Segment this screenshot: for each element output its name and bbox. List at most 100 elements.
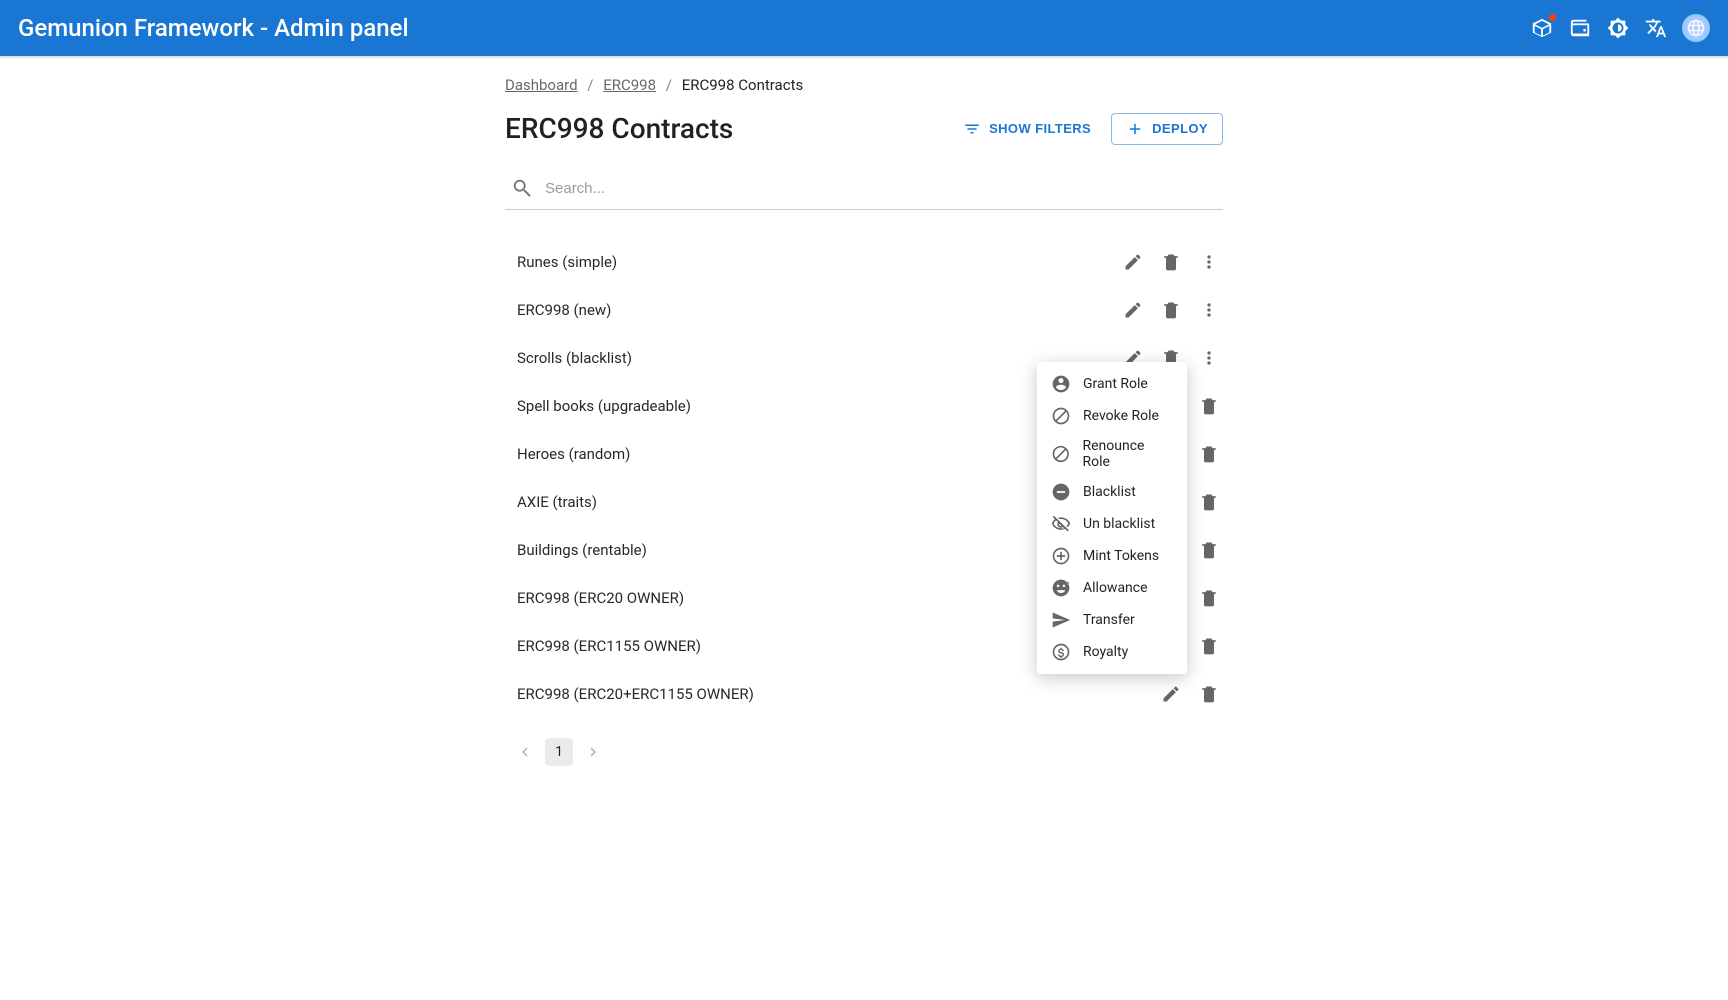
delete-icon-svg [1199,540,1219,560]
menu-item[interactable]: Mint Tokens [1037,540,1187,572]
edit-icon[interactable] [1119,248,1147,276]
breadcrumb: Dashboard / ERC998 / ERC998 Contracts [505,76,1223,94]
edit-icon-svg [1123,252,1143,272]
language-icon[interactable] [1644,16,1668,40]
network-icon[interactable] [1530,16,1554,40]
block-icon [1051,444,1070,464]
context-menu: Grant Role Revoke Role Renounce Role Blackl… [1037,362,1187,674]
delete-icon-svg [1199,492,1219,512]
menu-item-label: Renounce Role [1082,438,1173,470]
delete-icon-svg [1161,300,1181,320]
list-item-actions [1119,296,1223,324]
list-item-label: ERC998 (new) [517,301,1119,319]
visibility-off-icon [1051,514,1071,534]
list-item-label: Scrolls (blacklist) [517,349,1119,367]
deploy-button[interactable]: Deploy [1111,113,1223,145]
more-icon[interactable] [1195,248,1223,276]
breadcrumb-current: ERC998 Contracts [682,76,804,94]
remove-circle-icon [1051,482,1071,502]
delete-icon-svg [1199,444,1219,464]
send-icon [1051,610,1071,630]
more-icon[interactable] [1195,344,1223,372]
theme-toggle-icon[interactable] [1606,16,1630,40]
appbar-icons [1530,14,1710,42]
list-item: Runes (simple) [505,238,1223,286]
pagination-prev[interactable] [511,738,539,766]
search-box [505,167,1223,210]
edit-icon-svg [1161,684,1181,704]
pagination: 1 [505,738,1223,766]
more-icon[interactable] [1195,296,1223,324]
delete-icon[interactable] [1195,392,1223,420]
breadcrumb-dashboard[interactable]: Dashboard [505,76,578,94]
delete-icon[interactable] [1195,584,1223,612]
menu-item-label: Transfer [1083,612,1135,628]
delete-icon[interactable] [1195,632,1223,660]
list-item-label: ERC998 (ERC20+ERC1155 OWNER) [517,685,1157,703]
menu-item[interactable]: Grant Role [1037,368,1187,400]
menu-item-label: Allowance [1083,580,1148,596]
more-icon-svg [1199,252,1219,272]
menu-item-label: Blacklist [1083,484,1136,500]
plus-icon [1126,120,1144,138]
chevron-left-icon [516,743,534,761]
deploy-label: Deploy [1152,121,1208,136]
breadcrumb-separator: / [587,76,593,94]
edit-icon-svg [1123,300,1143,320]
menu-item-label: Mint Tokens [1083,548,1159,564]
menu-item[interactable]: Allowance [1037,572,1187,604]
delete-icon-svg [1199,588,1219,608]
page-header: ERC998 Contracts Show Filters Deploy [505,112,1223,145]
menu-item[interactable]: Royalty [1037,636,1187,668]
edit-icon[interactable] [1157,680,1185,708]
menu-item[interactable]: Renounce Role [1037,432,1187,476]
list-item-actions [1157,680,1223,708]
delete-icon[interactable] [1157,296,1185,324]
edit-icon[interactable] [1119,296,1147,324]
menu-item[interactable]: Transfer [1037,604,1187,636]
menu-item-label: Grant Role [1083,376,1148,392]
menu-item[interactable]: Un blacklist [1037,508,1187,540]
list-item: ERC998 (ERC20+ERC1155 OWNER) [505,670,1223,718]
list-item: ERC998 (new) [505,286,1223,334]
list-item-actions [1119,248,1223,276]
menu-item[interactable]: Revoke Role [1037,400,1187,432]
pagination-next[interactable] [579,738,607,766]
chevron-right-icon [584,743,602,761]
notification-dot-icon [1549,14,1556,21]
avatar[interactable] [1682,14,1710,42]
delete-icon-svg [1161,252,1181,272]
delete-icon[interactable] [1195,440,1223,468]
delete-icon[interactable] [1195,680,1223,708]
delete-icon-svg [1199,396,1219,416]
breadcrumb-erc998[interactable]: ERC998 [603,76,656,94]
emoji-icon [1051,578,1071,598]
search-icon [511,177,533,199]
paid-icon [1051,642,1071,662]
block-icon [1051,406,1071,426]
show-filters-label: Show Filters [989,121,1091,136]
menu-item-label: Un blacklist [1083,516,1155,532]
menu-item-label: Revoke Role [1083,408,1159,424]
delete-icon[interactable] [1157,248,1185,276]
menu-item[interactable]: Blacklist [1037,476,1187,508]
breadcrumb-separator: / [666,76,672,94]
search-input[interactable] [545,180,1217,197]
wallet-icon[interactable] [1568,16,1592,40]
app-bar: Gemunion Framework - Admin panel [0,0,1728,56]
delete-icon-svg [1199,684,1219,704]
app-title: Gemunion Framework - Admin panel [18,14,1530,42]
page-title: ERC998 Contracts [505,112,953,145]
show-filters-button[interactable]: Show Filters [953,113,1101,145]
pagination-page[interactable]: 1 [545,738,573,766]
menu-item-label: Royalty [1083,644,1128,660]
account-icon [1051,374,1071,394]
more-icon-svg [1199,300,1219,320]
delete-icon[interactable] [1195,488,1223,516]
more-icon-svg [1199,348,1219,368]
filter-icon [963,120,981,138]
delete-icon[interactable] [1195,536,1223,564]
add-circle-icon [1051,546,1071,566]
list-item-label: Runes (simple) [517,253,1119,271]
delete-icon-svg [1199,636,1219,656]
